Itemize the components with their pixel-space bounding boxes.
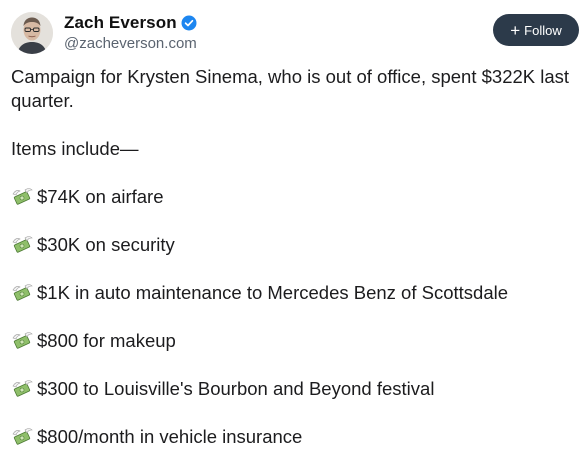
money-with-wings-icon <box>12 236 33 253</box>
list-item-text: $300 to Louisville's Bourbon and Beyond … <box>37 378 435 399</box>
post-header: Zach Everson @zacheverson.com + Follow <box>11 12 579 56</box>
follow-label: Follow <box>524 22 562 38</box>
verified-check-icon <box>181 15 197 31</box>
list-item-text: $1K in auto maintenance to Mercedes Benz… <box>37 282 509 303</box>
money-with-wings-icon <box>12 380 33 397</box>
list-item-text: $800/month in vehicle insurance <box>37 426 303 447</box>
list-item: $30K on security <box>11 233 579 257</box>
list-item: $1K in auto maintenance to Mercedes Benz… <box>11 281 579 305</box>
money-with-wings-icon <box>12 188 33 205</box>
list-item-text: $74K on airfare <box>37 186 164 207</box>
post-body: Campaign for Krysten Sinema, who is out … <box>11 65 579 449</box>
follow-button[interactable]: + Follow <box>493 14 579 46</box>
author-names: Zach Everson @zacheverson.com <box>64 12 197 52</box>
list-item: $800/month in vehicle insurance <box>11 425 579 449</box>
list-item-text: $30K on security <box>37 234 175 255</box>
post-intro: Campaign for Krysten Sinema, who is out … <box>11 66 570 111</box>
list-item: $800 for makeup <box>11 329 579 353</box>
display-name-row: Zach Everson <box>64 12 197 34</box>
money-with-wings-icon <box>12 428 33 445</box>
post-card: Zach Everson @zacheverson.com + Follow C… <box>0 0 588 455</box>
avatar[interactable] <box>11 12 53 54</box>
money-with-wings-icon <box>12 284 33 301</box>
items-heading: Items include— <box>11 138 139 159</box>
author-handle[interactable]: @zacheverson.com <box>64 35 197 52</box>
list-item: $300 to Louisville's Bourbon and Beyond … <box>11 377 579 401</box>
list-item-text: $800 for makeup <box>37 330 176 351</box>
list-item: $74K on airfare <box>11 185 579 209</box>
display-name[interactable]: Zach Everson <box>64 13 177 33</box>
money-with-wings-icon <box>12 332 33 349</box>
plus-icon: + <box>510 20 521 40</box>
